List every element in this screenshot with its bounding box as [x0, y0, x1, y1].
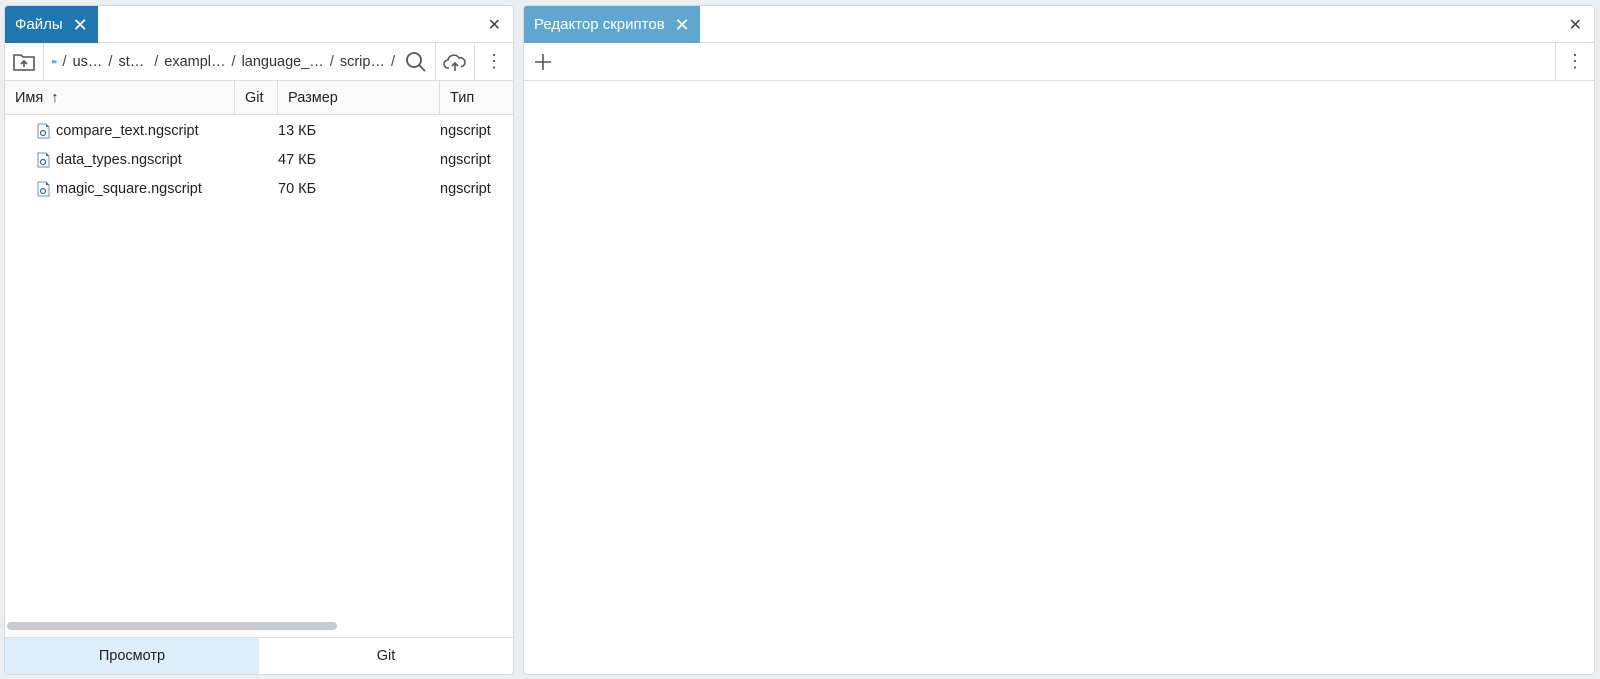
files-panel: Файлы ✕ ✕ / us… / st… / exampl… / langua… [4, 5, 514, 675]
file-table-header: Имя ↑ Git Размер Тип [5, 81, 513, 115]
tab-script-editor-label: Редактор скриптов [534, 16, 665, 33]
table-row[interactable]: data_types.ngscript 47 КБ ngscript [5, 145, 513, 174]
folder-icon [52, 60, 57, 64]
editor-tabbar: Редактор скриптов ✕ ✕ [524, 6, 1594, 43]
files-toolbar: / us… / st… / exampl… / language_… / scr… [5, 42, 513, 81]
file-type: ngscript [440, 151, 491, 168]
more-vertical-icon: ⋮ [1566, 51, 1584, 71]
tab-files-label: Файлы [15, 16, 63, 33]
breadcrumb-item[interactable]: scrip… [340, 54, 385, 70]
script-file-icon [37, 123, 50, 138]
file-type: ngscript [440, 122, 491, 139]
upload-button[interactable] [436, 43, 474, 81]
search-icon [406, 51, 426, 72]
search-button[interactable] [397, 43, 435, 81]
more-menu-button[interactable]: ⋮ [1556, 43, 1594, 81]
bottom-tabs: Просмотр Git [5, 637, 513, 674]
files-tabbar: Файлы ✕ ✕ [5, 6, 513, 43]
column-header-type[interactable]: Тип [440, 81, 513, 114]
file-list: compare_text.ngscript 13 КБ ngscript dat… [5, 115, 513, 203]
folder-up-icon [13, 53, 35, 71]
file-type: ngscript [440, 180, 491, 197]
column-header-git[interactable]: Git [235, 81, 278, 114]
horizontal-scrollbar[interactable] [7, 622, 337, 630]
close-panel-icon[interactable]: ✕ [1569, 15, 1582, 35]
tab-view[interactable]: Просмотр [5, 638, 259, 674]
more-menu-button[interactable]: ⋮ [475, 43, 513, 81]
tab-git[interactable]: Git [259, 638, 513, 674]
file-name: data_types.ngscript [56, 151, 182, 168]
breadcrumb-item[interactable]: language_… [242, 54, 324, 70]
table-row[interactable]: compare_text.ngscript 13 КБ ngscript [5, 116, 513, 145]
close-panel-icon[interactable]: ✕ [488, 15, 501, 35]
breadcrumb-item[interactable]: us… [73, 54, 103, 70]
file-size: 47 КБ [278, 151, 317, 168]
file-size: 13 КБ [278, 122, 317, 139]
file-size: 70 КБ [278, 180, 317, 197]
column-header-size[interactable]: Размер [278, 81, 440, 114]
more-vertical-icon: ⋮ [485, 51, 503, 71]
breadcrumb-item[interactable]: exampl… [164, 54, 225, 70]
column-header-name[interactable]: Имя ↑ [5, 81, 235, 114]
tab-files[interactable]: Файлы ✕ [5, 6, 98, 43]
folder-up-button[interactable] [5, 43, 43, 81]
breadcrumb: / us… / st… / exampl… / language_… / scr… [44, 54, 397, 70]
script-file-icon [37, 181, 50, 196]
tab-close-icon[interactable]: ✕ [73, 16, 88, 34]
tab-script-editor[interactable]: Редактор скриптов ✕ [524, 6, 700, 43]
plus-icon [535, 53, 551, 70]
sort-asc-icon: ↑ [51, 89, 59, 106]
table-row[interactable]: magic_square.ngscript 70 КБ ngscript [5, 174, 513, 203]
cloud-upload-icon [443, 53, 466, 71]
script-editor-panel: Редактор скриптов ✕ ✕ ⋮ [523, 5, 1595, 675]
tab-close-icon[interactable]: ✕ [675, 16, 690, 34]
editor-toolbar: ⋮ [524, 42, 1594, 81]
file-name: compare_text.ngscript [56, 122, 199, 139]
add-script-button[interactable] [524, 43, 562, 81]
script-file-icon [37, 152, 50, 167]
breadcrumb-item[interactable]: st… [118, 54, 144, 70]
file-name: magic_square.ngscript [56, 180, 202, 197]
editor-area[interactable] [524, 82, 1594, 674]
